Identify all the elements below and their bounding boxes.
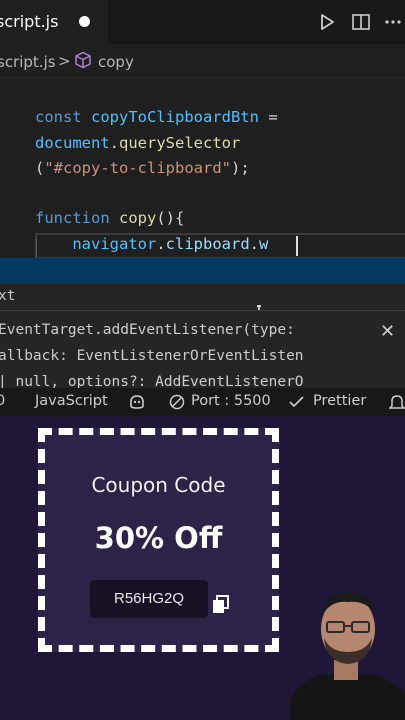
code-token: ); [230, 159, 250, 177]
code-line-5: function copy(){ [35, 209, 184, 227]
tab-script-js[interactable]: script.js [0, 0, 108, 44]
close-details-icon[interactable]: ✕ [380, 321, 395, 342]
breadcrumb-separator: > [58, 52, 71, 70]
code-token: . [109, 134, 119, 152]
code-line-2: document.querySelector [35, 134, 240, 152]
breadcrumb-symbol[interactable]: copy [98, 53, 134, 71]
detail-line-1: EventTarget.addEventListener(type: [0, 322, 295, 338]
status-bar: 0 JavaScript Port : 5500 Prettier [0, 388, 405, 416]
code-token: copy [119, 209, 157, 227]
more-actions-icon[interactable] [383, 12, 403, 32]
suggestion-item[interactable]: xt [0, 284, 405, 310]
code-token: ( [35, 159, 45, 177]
code-line-3: ("#copy-to-clipboard"); [35, 159, 250, 177]
indent-guide [36, 238, 37, 258]
coupon-discount: 30% Off [94, 521, 223, 555]
coupon-title: Coupon Code [91, 473, 226, 497]
code-token: const [35, 108, 91, 126]
code-token: = [258, 108, 278, 126]
editor-toolbar [309, 0, 405, 44]
coupon-code-box: R56HG2Q [90, 580, 208, 618]
suggestion-label: xt [0, 288, 16, 304]
split-editor-icon[interactable] [351, 12, 371, 32]
method-cube-icon [75, 51, 91, 69]
code-token: copyToClipboardBtn [91, 108, 259, 126]
run-icon[interactable] [317, 12, 337, 32]
breadcrumb: script.js > copy [0, 44, 405, 78]
status-language-mode[interactable]: JavaScript [35, 393, 108, 409]
code-token: function [35, 209, 119, 227]
check-double-icon [289, 396, 304, 408]
status-live-server-port[interactable]: Port : 5500 [191, 393, 271, 409]
suggestion-selected-row[interactable] [0, 258, 405, 284]
code-token: (){ [156, 209, 185, 227]
current-line-highlight [35, 233, 405, 259]
browser-preview: Coupon Code 30% Off R56HG2Q [0, 416, 405, 720]
tab-label: script.js [0, 12, 59, 31]
notifications-bell-icon[interactable] [389, 393, 405, 411]
tab-bar: script.js [0, 0, 405, 44]
copilot-icon[interactable] [128, 394, 146, 410]
status-prettier[interactable]: Prettier [313, 393, 366, 409]
detail-line-3: | null, options?: AddEventListenerO [0, 374, 304, 388]
copy-to-clipboard-icon[interactable] [210, 593, 232, 615]
suggestion-details: EventTarget.addEventListener(type: allba… [0, 310, 405, 388]
coupon-card: Coupon Code 30% Off R56HG2Q [38, 428, 279, 652]
code-line-1: const copyToClipboardBtn = [35, 108, 278, 126]
code-token: querySelector [119, 134, 241, 152]
webcam-presenter [290, 592, 405, 720]
detail-line-2: allback: EventListenerOrEventListen [0, 348, 304, 364]
code-token: "#copy-to-clipboard" [44, 159, 231, 177]
text-cursor [296, 236, 298, 256]
status-problems-count[interactable]: 0 [0, 393, 5, 409]
coupon-code: R56HG2Q [113, 590, 185, 607]
breadcrumb-file[interactable]: script.js [0, 53, 56, 71]
unsaved-dot-icon[interactable] [79, 16, 90, 27]
port-blocked-icon [169, 394, 185, 410]
code-token: document [35, 134, 110, 152]
code-editor[interactable]: const copyToClipboardBtn = document.quer… [0, 78, 405, 259]
